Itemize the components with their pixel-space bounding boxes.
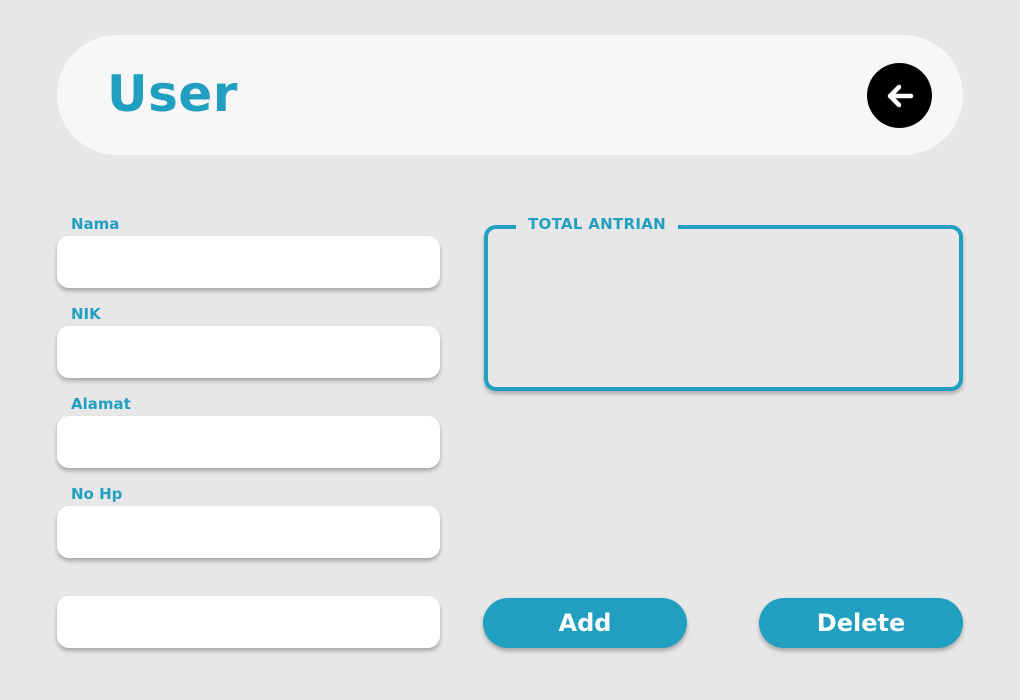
total-antrian-label: TOTAL ANTRIAN xyxy=(516,215,679,233)
nik-input[interactable] xyxy=(57,326,440,378)
add-button[interactable]: Add xyxy=(483,598,687,648)
alamat-label: Alamat xyxy=(71,395,131,413)
no-hp-label: No Hp xyxy=(71,485,123,503)
total-antrian-box: TOTAL ANTRIAN xyxy=(484,215,963,391)
nama-input[interactable] xyxy=(57,236,440,288)
back-button[interactable] xyxy=(867,63,932,128)
user-page: User Nama NIK Alamat No Hp TOTAL ANTRIAN… xyxy=(0,0,1020,700)
no-hp-input[interactable] xyxy=(57,506,440,558)
alamat-input[interactable] xyxy=(57,416,440,468)
page-title: User xyxy=(107,65,238,123)
header-bar: User xyxy=(57,35,963,155)
nama-label: Nama xyxy=(71,215,120,233)
nik-label: NIK xyxy=(71,305,101,323)
arrow-left-icon xyxy=(887,84,913,107)
delete-button[interactable]: Delete xyxy=(759,598,963,648)
extra-input[interactable] xyxy=(57,596,440,648)
